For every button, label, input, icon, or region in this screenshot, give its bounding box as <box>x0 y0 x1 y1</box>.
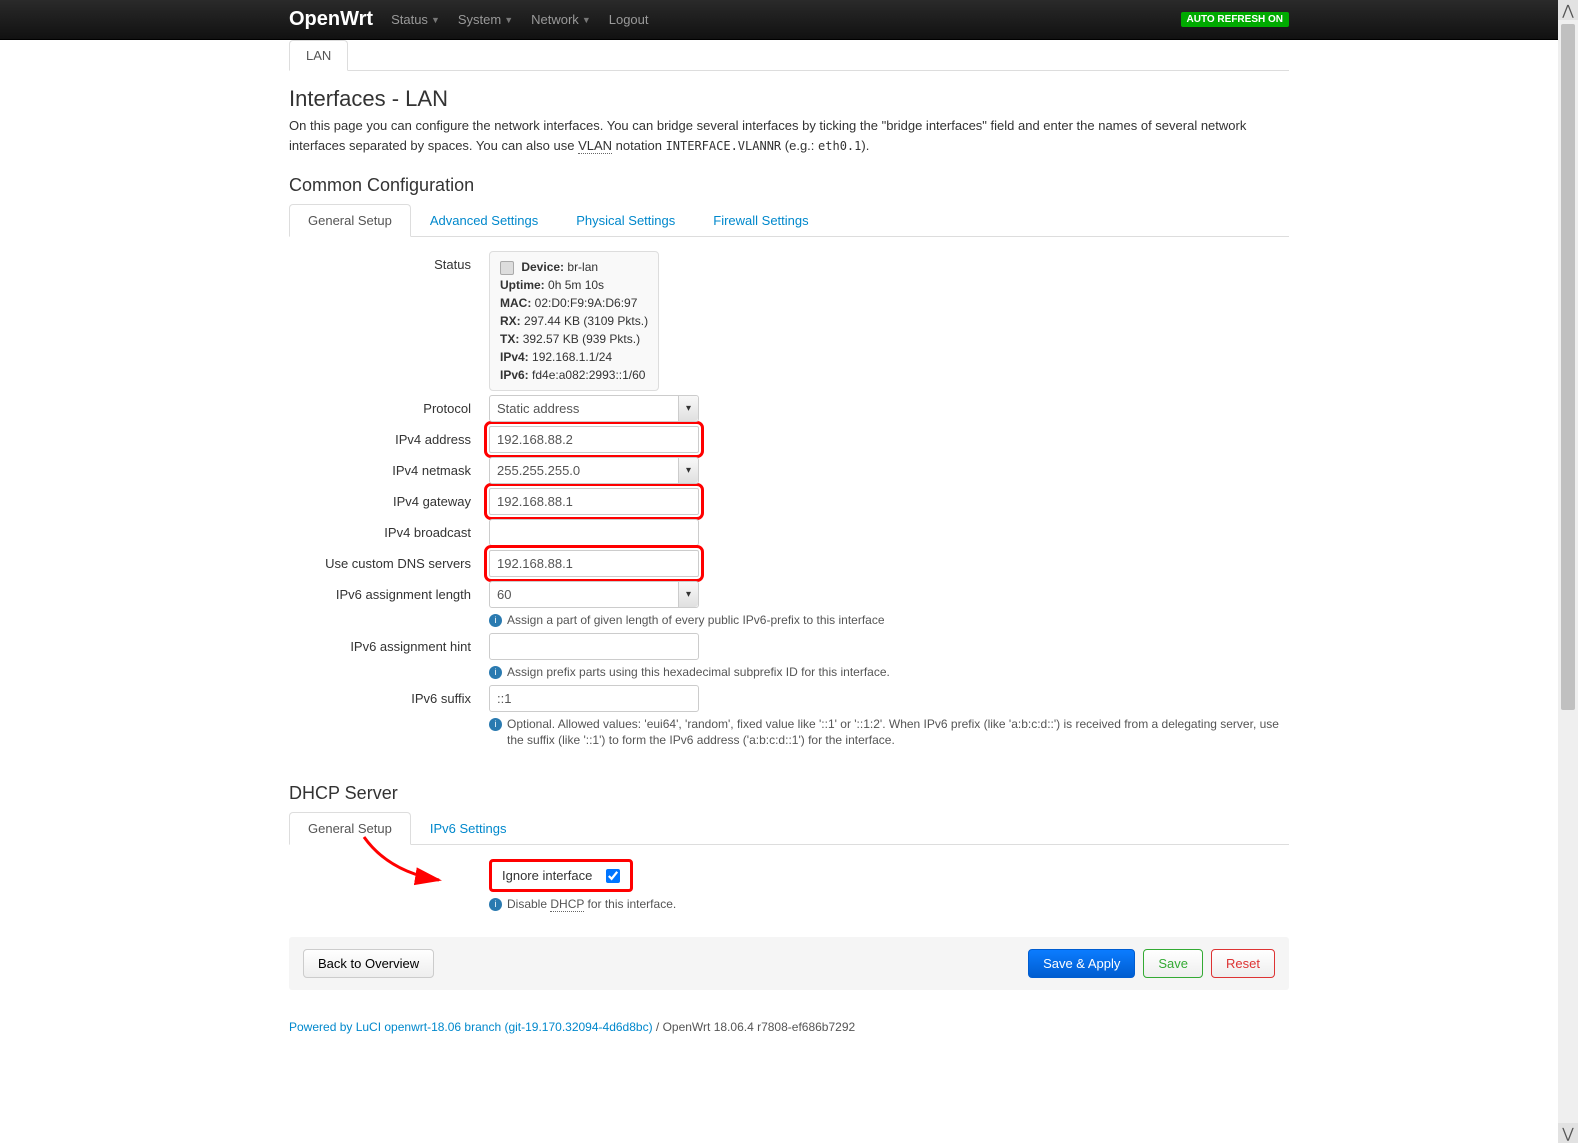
scroll-down-icon[interactable]: ⋁ <box>1558 1123 1578 1143</box>
ipv4-address-label: IPv4 address <box>289 426 489 447</box>
ipv6-hint-input[interactable] <box>489 633 699 660</box>
info-icon: i <box>489 718 502 731</box>
bridge-icon <box>500 261 514 275</box>
ipv6-suffix-label: IPv6 suffix <box>289 685 489 706</box>
tab-lan[interactable]: LAN <box>289 40 348 71</box>
reset-button[interactable]: Reset <box>1211 949 1275 978</box>
info-icon: i <box>489 614 502 627</box>
chevron-down-icon[interactable]: ▾ <box>678 396 698 421</box>
tab-dhcp-ipv6[interactable]: IPv6 Settings <box>411 812 526 845</box>
chevron-down-icon: ▼ <box>431 15 440 25</box>
ipv6-length-label: IPv6 assignment length <box>289 581 489 602</box>
save-button[interactable]: Save <box>1143 949 1203 978</box>
ipv6-hint-label: IPv6 assignment hint <box>289 633 489 654</box>
ignore-interface-label: Ignore interface <box>502 868 592 883</box>
scroll-up-icon[interactable]: ⋀ <box>1558 0 1578 20</box>
info-icon: i <box>489 898 502 911</box>
tab-general-setup[interactable]: General Setup <box>289 204 411 237</box>
ignore-interface-row: Ignore interface <box>489 859 633 892</box>
footer: Powered by LuCI openwrt-18.06 branch (gi… <box>289 1020 1289 1034</box>
brand: OpenWrt <box>289 8 373 31</box>
ipv6-length-select[interactable] <box>489 581 699 608</box>
chevron-down-icon[interactable]: ▾ <box>678 458 698 483</box>
tab-dhcp-general[interactable]: General Setup <box>289 812 411 845</box>
dns-input[interactable] <box>489 550 699 577</box>
save-apply-button[interactable]: Save & Apply <box>1028 949 1135 978</box>
dns-label: Use custom DNS servers <box>289 550 489 571</box>
nav-status[interactable]: Status▼ <box>391 12 440 27</box>
ipv4-address-input[interactable] <box>489 426 699 453</box>
ipv6-suffix-input[interactable] <box>489 685 699 712</box>
interface-tabs: LAN <box>289 40 1289 71</box>
tab-firewall-settings[interactable]: Firewall Settings <box>694 204 827 237</box>
ignore-interface-checkbox[interactable] <box>606 869 620 883</box>
ipv4-broadcast-input[interactable] <box>489 519 699 546</box>
ipv4-gateway-input[interactable] <box>489 488 699 515</box>
ipv6-hint-hint: iAssign prefix parts using this hexadeci… <box>489 664 1289 681</box>
status-label: Status <box>289 251 489 272</box>
ignore-interface-hint: iDisable DHCP for this interface. <box>489 896 1289 913</box>
nav-network[interactable]: Network▼ <box>531 12 591 27</box>
page-actions: Back to Overview Save & Apply Save Reset <box>289 937 1289 990</box>
chevron-down-icon[interactable]: ▾ <box>678 582 698 607</box>
dhcp-tabs: General Setup IPv6 Settings <box>289 812 1289 845</box>
back-button[interactable]: Back to Overview <box>303 949 434 978</box>
info-icon: i <box>489 666 502 679</box>
ipv4-netmask-label: IPv4 netmask <box>289 457 489 478</box>
common-config-heading: Common Configuration <box>289 175 1289 196</box>
footer-link[interactable]: Powered by LuCI openwrt-18.06 branch (gi… <box>289 1020 653 1034</box>
navbar: OpenWrt Status▼ System▼ Network▼ Logout … <box>0 0 1578 40</box>
scroll-thumb[interactable] <box>1561 24 1575 710</box>
ipv4-netmask-select[interactable] <box>489 457 699 484</box>
chevron-down-icon: ▼ <box>504 15 513 25</box>
page-title: Interfaces - LAN <box>289 86 1289 112</box>
dhcp-heading: DHCP Server <box>289 783 1289 804</box>
auto-refresh-badge[interactable]: AUTO REFRESH ON <box>1181 12 1290 27</box>
nav-system[interactable]: System▼ <box>458 12 513 27</box>
vlan-abbr: VLAN <box>578 138 612 154</box>
status-box: Device: br-lan Uptime: 0h 5m 10s MAC: 02… <box>489 251 659 391</box>
nav-logout[interactable]: Logout <box>609 12 649 27</box>
ipv6-suffix-hint: iOptional. Allowed values: 'eui64', 'ran… <box>489 716 1289 750</box>
ipv4-gateway-label: IPv4 gateway <box>289 488 489 509</box>
tab-physical-settings[interactable]: Physical Settings <box>557 204 694 237</box>
protocol-select[interactable] <box>489 395 699 422</box>
chevron-down-icon: ▼ <box>582 15 591 25</box>
ipv6-length-hint: iAssign a part of given length of every … <box>489 612 1289 629</box>
tab-advanced-settings[interactable]: Advanced Settings <box>411 204 557 237</box>
protocol-label: Protocol <box>289 395 489 416</box>
scrollbar[interactable]: ⋀ ⋁ <box>1558 0 1578 1143</box>
page-description: On this page you can configure the netwo… <box>289 116 1289 155</box>
config-tabs: General Setup Advanced Settings Physical… <box>289 204 1289 237</box>
ipv4-broadcast-label: IPv4 broadcast <box>289 519 489 540</box>
